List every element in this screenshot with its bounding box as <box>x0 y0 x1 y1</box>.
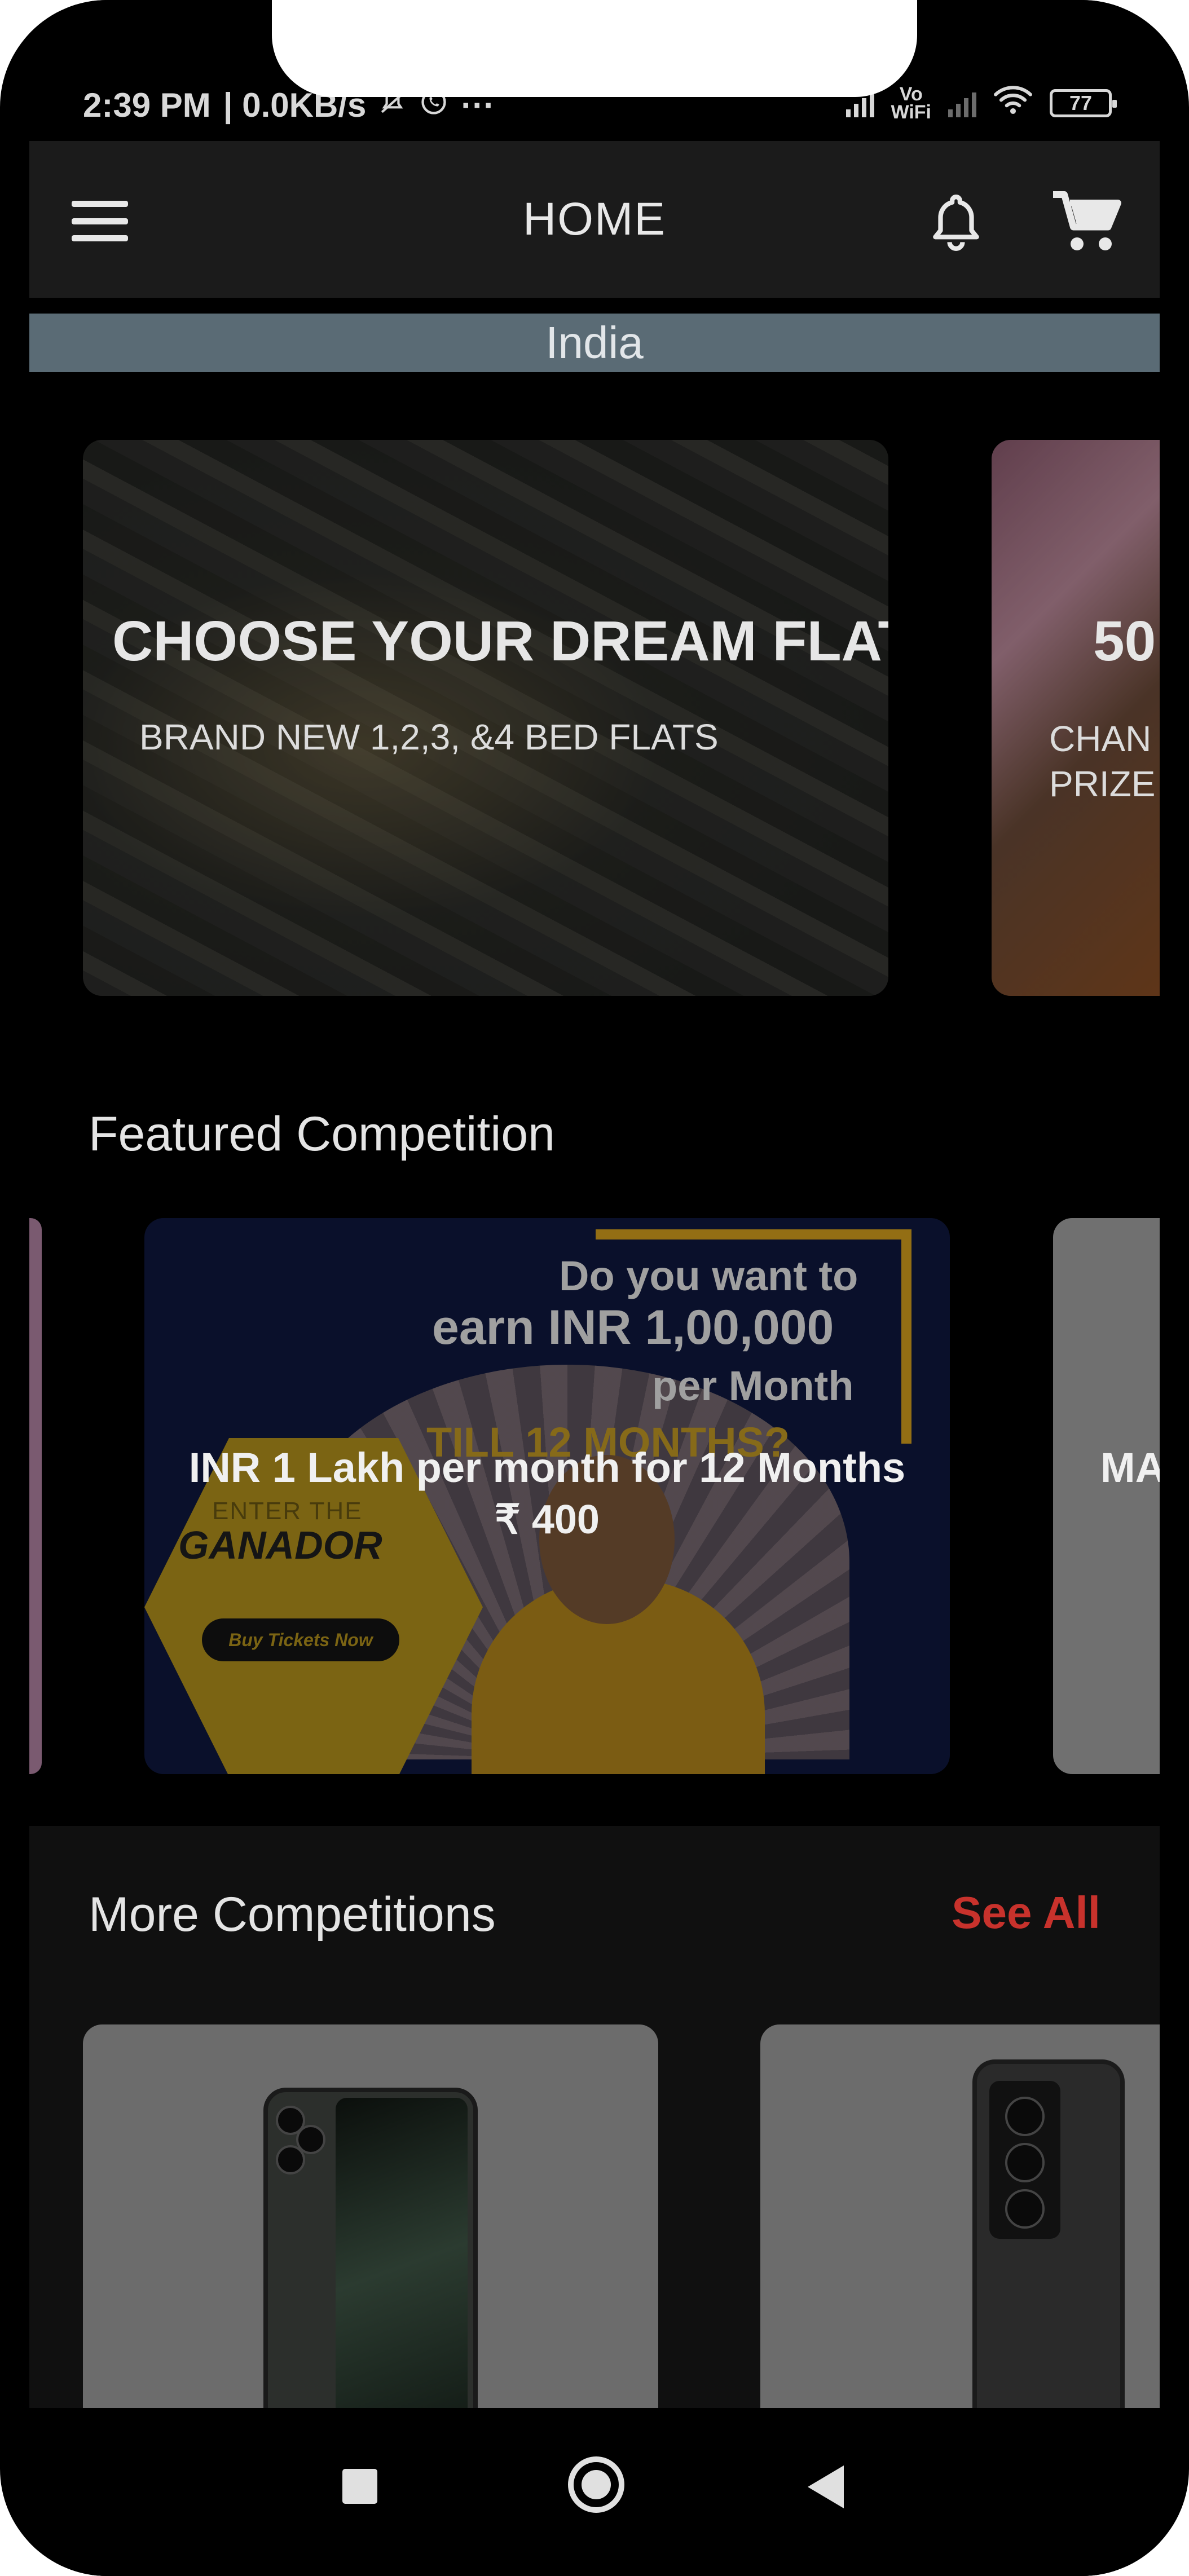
see-all-link[interactable]: See All <box>952 1887 1100 1939</box>
more-competitions-heading: More Competitions <box>89 1887 496 1942</box>
promo-banner[interactable]: 50 CHAN PRIZE <box>992 440 1160 996</box>
vowifi-icon: Vo WiFi <box>891 83 931 123</box>
competition-card[interactable] <box>83 2024 658 2453</box>
circle-home-icon[interactable] <box>568 2456 624 2513</box>
shopping-cart-icon[interactable] <box>1050 189 1124 257</box>
featured-card[interactable]: Do you want to earn INR 1,00,000 per Mon… <box>144 1218 950 1774</box>
banner-subtitle: BRAND NEW 1,2,3, &4 BED FLATS <box>139 717 719 757</box>
battery-icon: 77 <box>1050 89 1117 117</box>
app-bar: HOME <box>29 141 1160 298</box>
banner-subtitle: CHAN PRIZE <box>1049 718 1156 804</box>
competition-card[interactable] <box>760 2024 1160 2453</box>
triangle-back-icon[interactable] <box>808 2465 844 2508</box>
wifi-icon <box>993 83 1033 123</box>
system-nav-bar <box>29 2408 1160 2576</box>
device-frame: 2:39 PM | 0.0KB/s ··· Vo WiFi 77 HOME In… <box>0 0 1189 2576</box>
featured-title: INR 1 Lakh per month for 12 Months <box>188 1444 906 1491</box>
product-image-phone <box>972 2059 1125 2453</box>
more-competitions-section: More Competitions See All <box>29 1826 1160 2453</box>
featured-title: MA <box>1100 1444 1160 1491</box>
page-title: HOME <box>523 193 666 245</box>
device-notch <box>272 0 917 97</box>
featured-heading: Featured Competition <box>89 1107 555 1161</box>
featured-card-prev[interactable] <box>29 1218 42 1774</box>
banner-title: 50 <box>1093 610 1156 673</box>
signal-no-service-icon <box>948 89 976 117</box>
featured-card-next[interactable]: MA <box>1053 1218 1160 1774</box>
promo-banner[interactable]: CHOOSE YOUR DREAM FLAT BRAND NEW 1,2,3, … <box>83 440 888 996</box>
bell-icon[interactable] <box>925 189 987 257</box>
product-image-phone <box>263 2088 478 2453</box>
app-screen: 2:39 PM | 0.0KB/s ··· Vo WiFi 77 HOME In… <box>29 0 1160 2576</box>
featured-price: ₹ 400 <box>495 1497 600 1542</box>
square-recents-icon[interactable] <box>342 2469 377 2504</box>
status-time: 2:39 PM <box>83 86 211 124</box>
banner-title: CHOOSE YOUR DREAM FLAT <box>112 610 888 673</box>
country-selector[interactable]: India <box>29 314 1160 372</box>
